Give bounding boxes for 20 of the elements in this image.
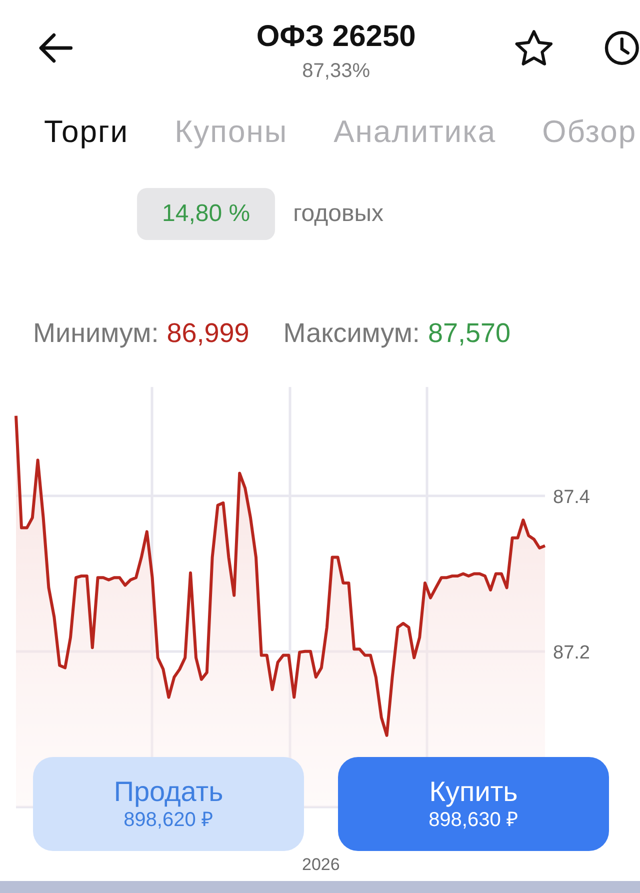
axis-label: 2026 <box>302 855 340 875</box>
minimum-value: 86,999 <box>166 318 250 349</box>
tab[interactable]: Обзор <box>542 114 637 150</box>
tab[interactable]: Купоны <box>174 114 288 150</box>
buy-button[interactable]: Купить 898,630 ₽ <box>338 757 609 851</box>
maximum-label: Максимум: <box>283 318 420 349</box>
sell-button[interactable]: Продать 898,620 ₽ <box>33 757 304 851</box>
yield-badge: 14,80 % <box>137 188 276 240</box>
bond-price: 87,33% <box>302 60 370 82</box>
axis-label: 87.4 <box>553 486 590 508</box>
back-icon[interactable] <box>39 33 73 63</box>
tab[interactable]: Торги <box>44 114 129 150</box>
tab[interactable]: Аналитика <box>334 114 496 150</box>
axis-label: 87.2 <box>553 642 590 664</box>
minimum-label: Минимум: <box>33 318 159 349</box>
star-icon[interactable] <box>514 29 554 67</box>
bond-title: ОФЗ 26250 <box>256 20 416 54</box>
yield-label: годовых <box>293 200 384 228</box>
clock-icon[interactable] <box>604 30 640 66</box>
maximum-value: 87,570 <box>428 318 511 349</box>
